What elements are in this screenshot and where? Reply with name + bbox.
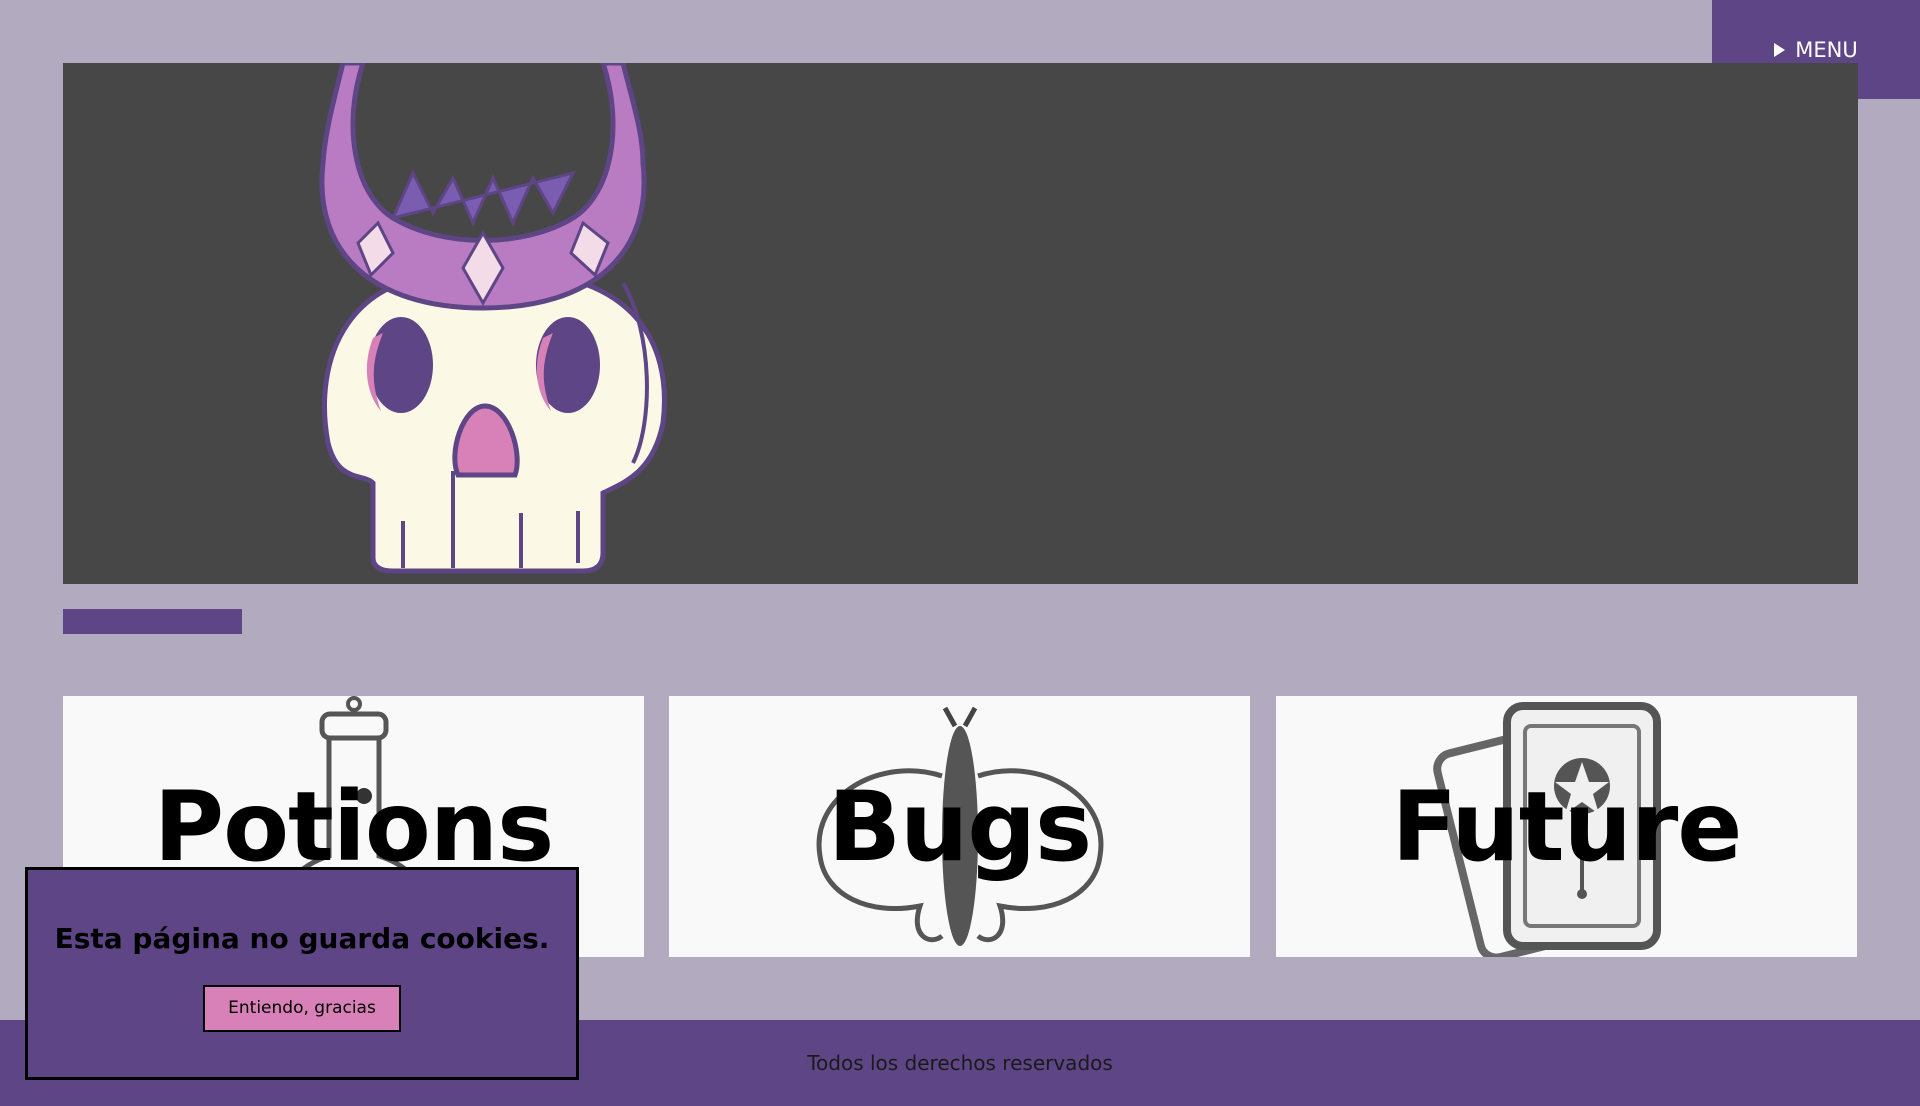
crowned-skull-illustration — [319, 63, 667, 574]
accept-cookies-button[interactable]: Entiendo, gracias — [203, 984, 401, 1032]
cookie-message: Esta página no guarda cookies. — [54, 921, 550, 955]
menu-label: MENU — [1795, 37, 1858, 62]
hero-banner — [63, 63, 1858, 584]
card-title: Bugs — [827, 770, 1092, 883]
footer-text: Todos los derechos reservados — [807, 1051, 1113, 1075]
card-title: Future — [1391, 770, 1743, 883]
card-future[interactable]: Future — [1276, 696, 1857, 957]
card-bugs[interactable]: Bugs — [669, 696, 1250, 957]
card-title: Potions — [153, 770, 555, 883]
cookie-banner: Esta página no guarda cookies. Entiendo,… — [25, 867, 579, 1080]
play-triangle-icon — [1774, 42, 1786, 57]
progress-bar — [63, 609, 242, 634]
